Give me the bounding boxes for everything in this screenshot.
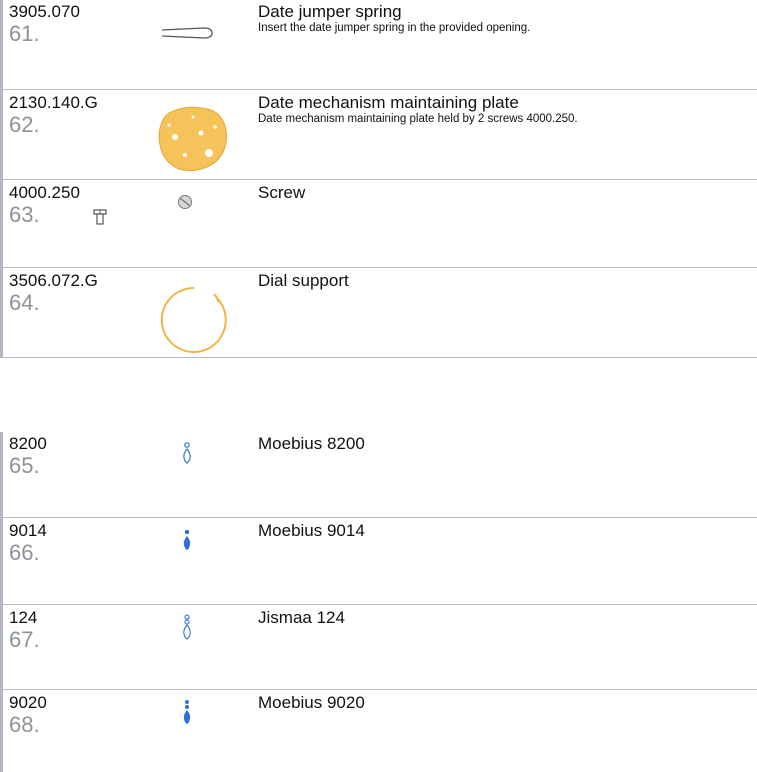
part-title: Date mechanism maintaining plate [258,93,519,112]
row-separator [3,689,757,690]
oil-row-67: 124 67. Jismaa 124 [0,606,757,690]
row-separator [3,89,757,90]
plate-icon [158,106,228,172]
oil-ref: 8200 [9,434,47,453]
oiler-filled-icon [183,700,191,724]
oil-row-65: 8200 65. Moebius 8200 [0,432,757,518]
part-ref: 3905.070 [9,2,80,21]
oil-title: Moebius 8200 [258,434,365,453]
part-title: Screw [258,183,306,202]
oil-row-68: 9020 68. Moebius 9020 [0,691,757,772]
oiler-outline-icon [183,614,191,640]
part-row-63: 4000.250 63. Screw [0,181,757,268]
part-ref: 2130.140.G [9,93,98,112]
oil-title: Moebius 9020 [258,693,365,712]
row-separator [3,267,757,268]
row-separator [3,179,757,180]
part-description: Insert the date jumper spring in the pro… [258,22,531,34]
oil-title: Jismaa 124 [258,608,345,627]
part-ref: 4000.250 [9,183,80,202]
part-title: Dial support [258,271,349,290]
parts-section: 3905.070 61. Date jumper spring Insert t… [0,0,757,358]
part-row-61: 3905.070 61. Date jumper spring Insert t… [0,0,757,90]
screw-side-icon [93,209,107,225]
part-description: Date mechanism maintaining plate held by… [258,113,578,125]
row-separator [3,604,757,605]
oiler-outline-icon [183,442,191,464]
part-number: 64. [9,290,40,315]
spring-icon [161,27,213,39]
row-separator [3,357,757,358]
part-number: 62. [9,112,40,137]
oil-number: 68. [9,712,40,737]
part-row-64: 3506.072.G 64. Dial support [0,269,757,358]
part-ref: 3506.072.G [9,271,98,290]
oil-number: 65. [9,453,40,478]
screw-icon [178,195,192,209]
oil-ref: 9020 [9,693,47,712]
oil-number: 67. [9,627,40,652]
lubricants-section: 8200 65. Moebius 8200 9014 66. Moebius 9… [0,432,757,772]
ring-icon [160,286,227,353]
oil-ref: 9014 [9,521,47,540]
part-number: 63. [9,202,40,227]
oil-title: Moebius 9014 [258,521,365,540]
row-separator [3,517,757,518]
oil-ref: 124 [9,608,38,627]
oiler-filled-icon [183,529,191,550]
part-number: 61. [9,21,40,46]
part-title: Date jumper spring [258,2,402,21]
part-row-62: 2130.140.G 62. Date mechanism maintainin… [0,91,757,180]
oil-row-66: 9014 66. Moebius 9014 [0,519,757,605]
oil-number: 66. [9,540,40,565]
